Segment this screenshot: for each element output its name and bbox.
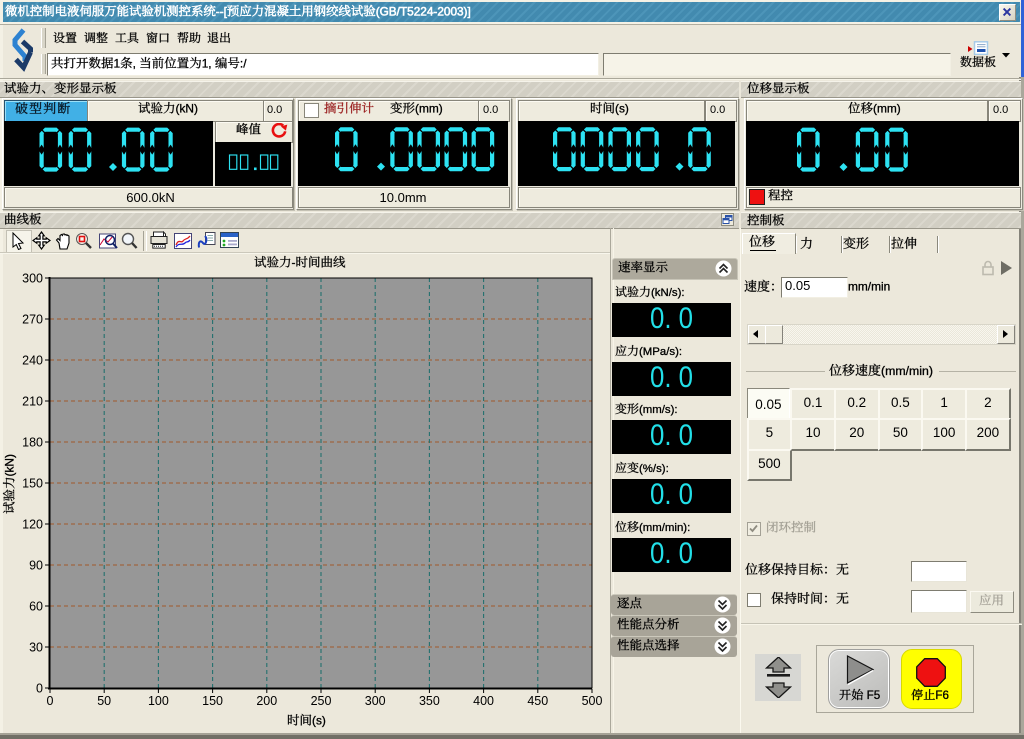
- svg-text:210: 210: [22, 395, 43, 409]
- svg-text:0: 0: [47, 694, 54, 708]
- svg-text:240: 240: [22, 354, 43, 368]
- svg-text:90: 90: [29, 559, 43, 573]
- svg-text:(MPa/s):: (MPa/s):: [639, 346, 682, 358]
- svg-text:180: 180: [22, 436, 43, 450]
- svg-text:400: 400: [473, 694, 494, 708]
- svg-text:(mm): (mm): [873, 102, 901, 116]
- svg-text:(s): (s): [312, 714, 326, 728]
- svg-text:mm/min: mm/min: [848, 280, 890, 294]
- svg-text:300: 300: [22, 272, 43, 286]
- svg-text:120: 120: [22, 518, 43, 532]
- svg-text:100: 100: [148, 694, 169, 708]
- svg-text:0: 0: [36, 682, 43, 696]
- svg-text:50: 50: [97, 694, 111, 708]
- svg-text:(mm/s):: (mm/s):: [639, 404, 678, 416]
- svg-text:150: 150: [22, 477, 43, 491]
- svg-text:270: 270: [22, 313, 43, 327]
- svg-text:(mm/min): (mm/min): [881, 364, 933, 378]
- svg-text:450: 450: [527, 694, 548, 708]
- svg-text:(mm/min):: (mm/min):: [639, 522, 690, 534]
- svg-text:60: 60: [29, 600, 43, 614]
- svg-text:200: 200: [256, 694, 277, 708]
- svg-text:30: 30: [29, 641, 43, 655]
- svg-text:150: 150: [202, 694, 223, 708]
- svg-text:350: 350: [419, 694, 440, 708]
- svg-text:F5: F5: [863, 689, 880, 702]
- svg-text:(%/s):: (%/s):: [639, 463, 669, 475]
- svg-text:F6: F6: [935, 689, 949, 702]
- svg-text:(kN/s):: (kN/s):: [651, 287, 685, 299]
- svg-text:300: 300: [365, 694, 386, 708]
- svg-text:(kN): (kN): [3, 454, 17, 476]
- svg-text:500: 500: [582, 694, 603, 708]
- svg-text:250: 250: [311, 694, 332, 708]
